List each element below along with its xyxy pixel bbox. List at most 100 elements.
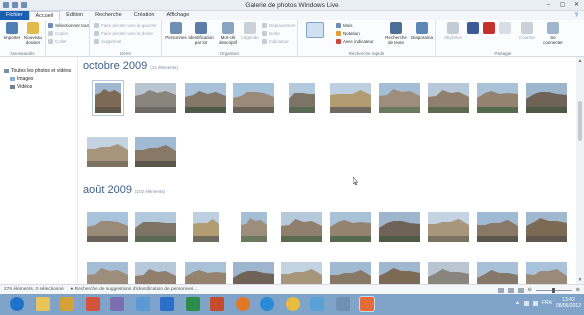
section-header-august-2009[interactable]: août 2009 (102 éléments): [83, 184, 165, 196]
email-button[interactable]: Courrier: [516, 22, 538, 40]
photo-gallery-task-icon[interactable]: [359, 296, 375, 312]
youtube-icon: [483, 22, 495, 34]
tab-accueil[interactable]: Accueil: [28, 11, 61, 20]
photo-thumbnail[interactable]: [233, 83, 274, 113]
help-icon[interactable]: ?: [575, 13, 584, 19]
tab-fichier[interactable]: Fichier: [0, 11, 29, 20]
thumbnail-view-icon[interactable]: [497, 287, 504, 293]
photo-thumbnail[interactable]: [379, 83, 420, 113]
rating-filter[interactable]: Notation: [336, 31, 360, 36]
photo-thumbnail[interactable]: [240, 212, 267, 242]
photo-thumbnail[interactable]: [185, 83, 226, 113]
status-bar: 276 éléments, 0 sélectionné ● Recherche …: [0, 284, 584, 294]
tree-images[interactable]: Images: [10, 76, 33, 82]
photo-thumbnail[interactable]: [526, 212, 567, 242]
ie-pinned-icon[interactable]: [260, 297, 274, 311]
gallery-icon: [4, 69, 9, 73]
network-tray-icon[interactable]: [523, 300, 529, 306]
photo-thumbnail[interactable]: [281, 212, 322, 242]
flag-filter[interactable]: Avec indicateur: [336, 39, 374, 44]
copy-button[interactable]: Copier: [48, 31, 68, 36]
paste-icon: [48, 39, 53, 44]
minimize-button[interactable]: –: [543, 1, 554, 9]
chrome-icon[interactable]: [286, 297, 300, 311]
paste-button[interactable]: Coller: [48, 39, 67, 44]
tree-all-photos[interactable]: Toutes les photos et vidéos: [4, 68, 71, 74]
section-header-october-2009[interactable]: octobre 2009 (12 éléments): [83, 60, 178, 72]
delete-button[interactable]: Supprimer: [94, 39, 122, 44]
photo-thumbnail[interactable]: [135, 212, 176, 242]
zoom-slider[interactable]: [535, 287, 572, 293]
media-player-icon[interactable]: [60, 297, 74, 311]
people-button[interactable]: Personnes: [164, 22, 188, 40]
firefox-icon[interactable]: [236, 297, 250, 311]
rate-button[interactable]: Noter: [262, 31, 280, 36]
photo-thumbnail[interactable]: [477, 83, 518, 113]
explorer-icon[interactable]: [36, 297, 50, 311]
rotate-left-button[interactable]: Faire pivoter vers la gauche: [94, 23, 157, 28]
rotate-right-button[interactable]: Faire pivoter vers la droite: [94, 31, 153, 36]
ie-icon[interactable]: [10, 297, 24, 311]
photo-thumbnail[interactable]: [477, 212, 518, 242]
group-recherche-rapide: Mois Notation Avec indicateur Recherche …: [298, 20, 436, 57]
remote-desktop-icon[interactable]: [310, 297, 324, 311]
flag-button[interactable]: Indicateur: [262, 39, 289, 44]
word-icon[interactable]: [160, 297, 174, 311]
photo-thumbnail[interactable]: [87, 212, 128, 242]
photo-thumbnail[interactable]: [91, 80, 124, 116]
photo-thumbnail[interactable]: [379, 212, 420, 242]
scroll-up-icon[interactable]: ▲: [577, 58, 583, 64]
onenote-icon[interactable]: [110, 297, 124, 311]
photo-thumbnail[interactable]: [526, 83, 567, 113]
vertical-scrollbar[interactable]: ▲ ▼: [576, 57, 584, 284]
zoom-in-icon[interactable]: ⊕: [576, 287, 580, 293]
youtube-button[interactable]: [482, 22, 496, 35]
clock[interactable]: 13:42 08/06/2012: [556, 297, 581, 309]
slideshow-button[interactable]: Diaporama: [410, 22, 434, 40]
skydrive-button[interactable]: SkyDrive: [442, 22, 464, 40]
zoom-out-icon[interactable]: ⊖: [528, 287, 532, 293]
photo-thumbnail[interactable]: [428, 83, 469, 113]
tab-affichage[interactable]: Affichage: [160, 11, 195, 20]
close-button[interactable]: ✕: [571, 1, 582, 9]
sign-in-button[interactable]: Se connecter: [540, 22, 566, 45]
import-button[interactable]: Importer: [2, 22, 22, 40]
tree-videos[interactable]: Vidéos: [10, 84, 32, 90]
volume-icon[interactable]: [532, 300, 538, 306]
photo-thumbnail[interactable]: [330, 83, 371, 113]
fullscreen-icon[interactable]: [517, 287, 524, 293]
maximize-button[interactable]: ▢: [557, 1, 568, 9]
keyword-tag-button[interactable]: Mot-clé descriptif: [216, 22, 240, 45]
select-all-button[interactable]: Sélectionner tout: [48, 23, 89, 28]
language-indicator[interactable]: FRA: [542, 300, 552, 306]
tab-recherche[interactable]: Recherche: [89, 11, 128, 20]
zoom-slider-thumb[interactable]: [551, 287, 555, 293]
details-view-icon[interactable]: [507, 287, 514, 293]
tab-creation[interactable]: Création: [128, 11, 161, 20]
network-icon[interactable]: [336, 297, 350, 311]
tray-arrow-icon[interactable]: ▲: [515, 300, 520, 306]
photo-thumbnail[interactable]: [87, 137, 128, 167]
scroll-thumb[interactable]: [578, 101, 582, 141]
batch-tag-button[interactable]: Identification par lot: [188, 22, 214, 45]
flickr-button[interactable]: [498, 22, 512, 35]
tab-edition[interactable]: Edition: [60, 11, 89, 20]
text-search-button[interactable]: Recherche de texte: [384, 22, 408, 45]
photo-thumbnail[interactable]: [428, 212, 469, 242]
photo-thumbnail[interactable]: [135, 83, 176, 113]
photo-thumbnail[interactable]: [330, 212, 371, 242]
photo-thumbnail[interactable]: [135, 137, 176, 167]
outlook-icon[interactable]: [136, 297, 150, 311]
people-filter-button[interactable]: [302, 22, 328, 39]
scroll-down-icon[interactable]: ▼: [577, 277, 583, 283]
excel-icon[interactable]: [186, 297, 200, 311]
pdf-icon[interactable]: [86, 297, 100, 311]
photo-thumbnail[interactable]: [192, 212, 219, 242]
location-button[interactable]: Déplacement: [262, 23, 296, 28]
month-filter[interactable]: Mois: [336, 23, 353, 28]
photo-thumbnail[interactable]: [288, 83, 315, 113]
new-folder-button[interactable]: Nouveau dossier: [22, 22, 44, 45]
caption-button[interactable]: Légende: [240, 22, 260, 40]
powerpoint-icon[interactable]: [210, 297, 224, 311]
facebook-button[interactable]: [466, 22, 480, 35]
